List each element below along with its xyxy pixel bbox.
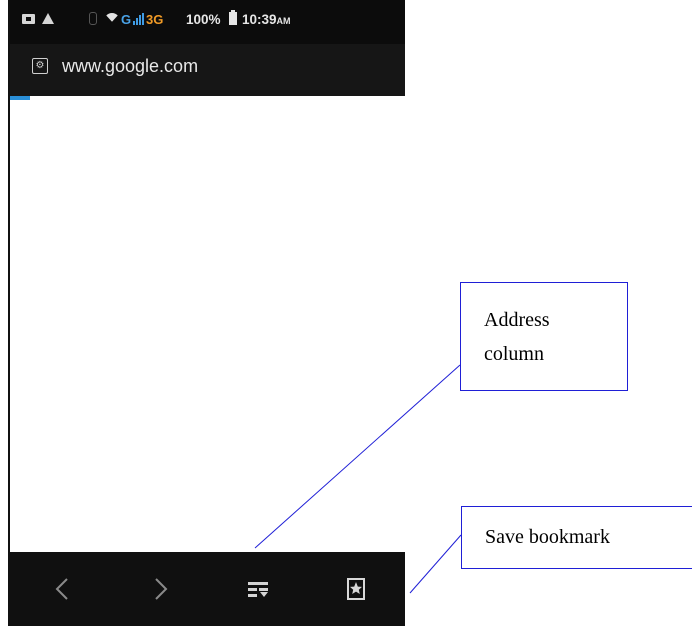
clock-ampm: AM <box>276 16 291 26</box>
wifi-icon <box>104 11 120 27</box>
bookmark-leader-line <box>409 534 462 594</box>
forward-button[interactable] <box>146 574 176 604</box>
forward-chevron-icon <box>155 578 168 600</box>
warning-icon <box>42 13 54 24</box>
browser-site-icon: ⚙ <box>32 58 48 74</box>
address-bar[interactable]: ⚙ www.google.com <box>10 44 405 96</box>
callout-address-line2: column <box>484 343 544 365</box>
status-bar: G 3G 100% 10:39AM <box>10 0 405 44</box>
callout-address-line1: Address <box>484 309 550 331</box>
signal-bars-icon <box>133 13 145 25</box>
save-bookmark-button[interactable] <box>341 574 371 604</box>
back-chevron-icon <box>55 578 68 600</box>
bookmark-icon <box>347 578 365 600</box>
web-page-content[interactable] <box>10 100 405 552</box>
url-text[interactable]: www.google.com <box>62 56 198 77</box>
network-type-g: G <box>121 12 132 27</box>
back-button[interactable] <box>47 574 77 604</box>
callout-bookmark-text: Save bookmark <box>485 526 610 548</box>
save-bookmark-callout: Save bookmark <box>461 506 692 569</box>
browser-bottom-toolbar <box>10 552 405 626</box>
vibrate-icon <box>89 12 97 25</box>
tabs-list-icon <box>248 582 268 597</box>
phone-screenshot: G 3G 100% 10:39AM ⚙ www.google.com <box>8 0 405 626</box>
clock-time: 10:39 <box>242 12 277 27</box>
tabs-button[interactable] <box>243 574 273 604</box>
network-type-3g: 3G <box>146 12 164 27</box>
battery-percent: 100% <box>186 12 221 27</box>
battery-icon <box>229 10 237 25</box>
address-column-callout: Address column <box>460 282 628 391</box>
signal-bars-icon <box>167 13 179 25</box>
clock: 10:39AM <box>242 12 291 27</box>
notification-icon <box>22 14 35 24</box>
